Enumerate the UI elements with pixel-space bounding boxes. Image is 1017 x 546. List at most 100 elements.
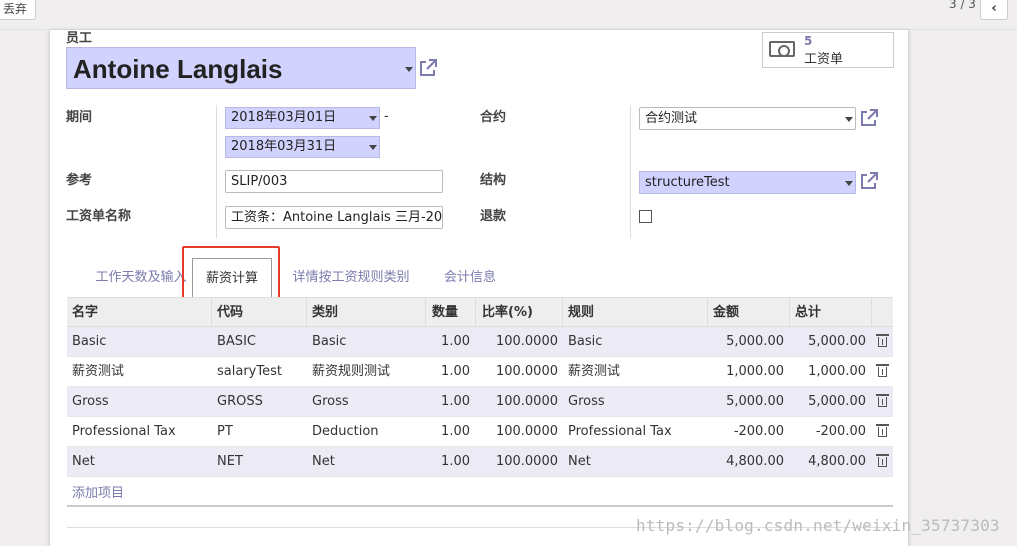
cell-amount: 5,000.00 [726, 394, 784, 409]
cell-rule: 薪资测试 [568, 364, 621, 379]
column-header-total[interactable]: 总计 [790, 298, 872, 328]
cell-amount: 4,800.00 [726, 454, 784, 469]
pager-previous-button[interactable]: ‹ [980, 0, 1008, 20]
money-icon [769, 41, 795, 57]
external-link-icon[interactable] [859, 108, 879, 128]
column-header-code[interactable]: 代码 [212, 298, 307, 328]
cell-code: GROSS [217, 394, 263, 409]
column-header-rule[interactable]: 规则 [563, 298, 708, 328]
date-separator: - [384, 109, 389, 124]
trash-icon[interactable] [876, 394, 889, 407]
column-header-category[interactable]: 类别 [307, 298, 426, 328]
cell-rate: 100.0000 [495, 334, 558, 349]
table-row[interactable]: 薪资测试 salaryTest 薪资规则测试 1.00 100.0000 薪资测… [67, 357, 893, 387]
add-line-link[interactable]: 添加项目 [72, 482, 124, 501]
employee-select[interactable]: Antoine Langlais [66, 47, 416, 89]
discard-button[interactable]: 丢弃 [0, 0, 37, 20]
date-from-value: 2018年03月01日 [231, 110, 337, 125]
trash-icon[interactable] [876, 364, 889, 377]
payslip-name-input[interactable]: 工资条：Antoine Langlais 三月-2018 [225, 206, 443, 229]
structure-label: 结构 [480, 173, 507, 188]
cell-category: Net [312, 454, 335, 469]
payslips-smart-button[interactable]: 5 工资单 [762, 32, 894, 68]
cell-total: 4,800.00 [808, 454, 866, 469]
cell-rate: 100.0000 [495, 454, 558, 469]
date-from-field[interactable]: 2018年03月01日 [225, 107, 380, 129]
column-header-rate[interactable]: 比率(%) [476, 298, 563, 328]
payslip-button-label: 工资单 [804, 52, 844, 67]
external-link-icon[interactable] [418, 58, 438, 78]
external-link-icon[interactable] [859, 171, 879, 191]
trash-icon[interactable] [876, 454, 889, 467]
trash-icon[interactable] [876, 334, 889, 347]
cell-code: BASIC [217, 334, 256, 349]
caret-down-icon [845, 117, 853, 122]
cell-name: Basic [72, 334, 107, 349]
employee-label: 员工 [66, 31, 93, 46]
contract-select[interactable]: 合约测试 [639, 107, 856, 130]
date-to-value: 2018年03月31日 [231, 139, 337, 154]
column-header-quantity[interactable]: 数量 [426, 298, 476, 328]
tab-accounting-info[interactable]: 会计信息 [434, 258, 506, 300]
cell-category: Deduction [312, 424, 379, 439]
cell-rule: Gross [568, 394, 605, 409]
refund-checkbox[interactable] [639, 210, 652, 223]
column-header-amount[interactable]: 金额 [708, 298, 790, 328]
control-panel: 丢弃 3 / 3 ‹ [0, 0, 1017, 30]
table-footer-divider [67, 505, 893, 507]
table-row[interactable]: Basic BASIC Basic 1.00 100.0000 Basic 5,… [67, 327, 893, 357]
cell-total: 5,000.00 [808, 334, 866, 349]
cell-name: Gross [72, 394, 109, 409]
cell-rate: 100.0000 [495, 364, 558, 379]
caret-down-icon [369, 145, 377, 150]
cell-total: 1,000.00 [808, 364, 866, 379]
cell-rule: Professional Tax [568, 424, 672, 439]
cell-code: PT [217, 424, 233, 439]
watermark: https://blog.csdn.net/weixin_35737303 [636, 516, 1000, 535]
cell-code: NET [217, 454, 243, 469]
cell-total: -200.00 [815, 424, 866, 439]
cell-code: salaryTest [217, 364, 282, 379]
cell-amount: 1,000.00 [726, 364, 784, 379]
cell-category: Gross [312, 394, 349, 409]
date-to-field[interactable]: 2018年03月31日 [225, 136, 380, 158]
structure-value: structureTest [645, 175, 730, 190]
cell-category: Basic [312, 334, 347, 349]
column-divider [630, 105, 631, 238]
cell-quantity: 1.00 [441, 394, 470, 409]
cell-name: Net [72, 454, 95, 469]
reference-input[interactable]: SLIP/003 [225, 170, 443, 193]
period-label: 期间 [66, 110, 93, 125]
table-row[interactable]: Professional Tax PT Deduction 1.00 100.0… [67, 417, 893, 447]
payslip-count: 5 [804, 34, 813, 48]
pager-value: 3 / 3 [949, 0, 976, 11]
cell-rule: Basic [568, 334, 603, 349]
cell-rate: 100.0000 [495, 394, 558, 409]
tab-details-by-category[interactable]: 详情按工资规则类别 [286, 258, 416, 300]
cell-amount: -200.00 [733, 424, 784, 439]
contract-label: 合约 [480, 110, 507, 125]
refund-label: 退款 [480, 209, 507, 224]
cell-quantity: 1.00 [441, 424, 470, 439]
cell-quantity: 1.00 [441, 454, 470, 469]
cell-rule: Net [568, 454, 591, 469]
cell-category: 薪资规则测试 [312, 364, 391, 379]
form-sheet: 员工 Antoine Langlais 5 工资单 期间 2018年03月01日… [49, 30, 909, 546]
trash-icon[interactable] [876, 424, 889, 437]
cell-quantity: 1.00 [441, 364, 470, 379]
caret-down-icon [845, 181, 853, 186]
reference-label: 参考 [66, 173, 93, 188]
caret-down-icon [405, 67, 413, 72]
table-row[interactable]: Gross GROSS Gross 1.00 100.0000 Gross 5,… [67, 387, 893, 417]
cell-name: 薪资测试 [72, 364, 125, 379]
employee-name: Antoine Langlais [73, 54, 283, 84]
chevron-left-icon: ‹ [991, 1, 997, 16]
contract-value: 合约测试 [645, 111, 698, 126]
cell-rate: 100.0000 [495, 424, 558, 439]
table-row[interactable]: Net NET Net 1.00 100.0000 Net 4,800.00 4… [67, 447, 893, 477]
cell-total: 5,000.00 [808, 394, 866, 409]
caret-down-icon [369, 116, 377, 121]
cell-name: Professional Tax [72, 424, 176, 439]
column-header-name[interactable]: 名字 [67, 298, 212, 328]
structure-select[interactable]: structureTest [639, 171, 856, 194]
